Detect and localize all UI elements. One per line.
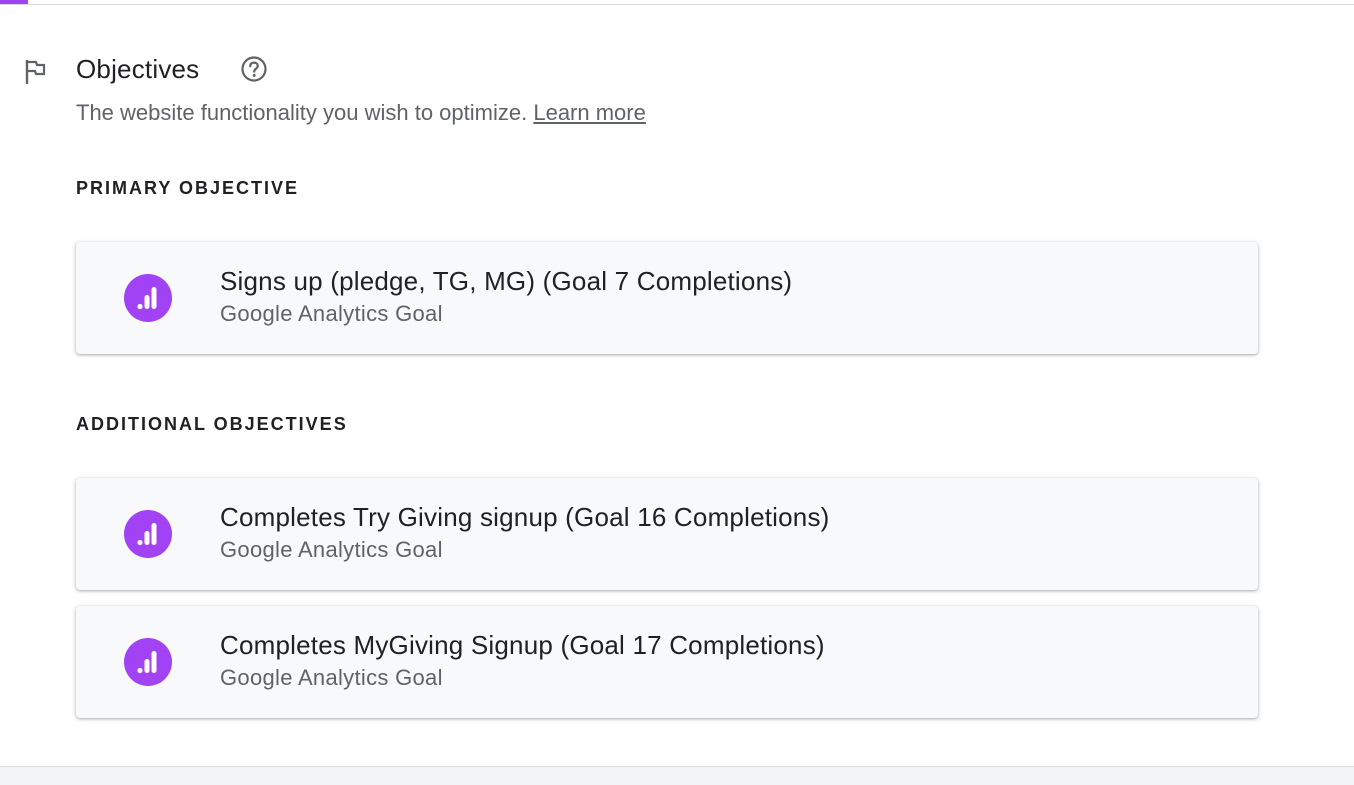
additional-objectives-label: ADDITIONAL OBJECTIVES	[76, 414, 348, 434]
help-circle-icon[interactable]	[240, 55, 268, 83]
learn-more-link[interactable]: Learn more	[533, 100, 646, 125]
google-analytics-icon	[124, 274, 172, 322]
bottom-divider	[0, 766, 1354, 785]
active-tab-indicator	[0, 0, 28, 4]
objective-card[interactable]: Completes MyGiving Signup (Goal 17 Compl…	[76, 606, 1258, 718]
objective-card[interactable]: Completes Try Giving signup (Goal 16 Com…	[76, 478, 1258, 590]
flag-icon	[25, 60, 46, 84]
section-title: Objectives	[76, 54, 200, 84]
google-analytics-icon	[124, 638, 172, 686]
objective-type: Google Analytics Goal	[220, 301, 443, 326]
section-description: The website functionality you wish to op…	[76, 98, 646, 128]
primary-objective-label: PRIMARY OBJECTIVE	[76, 178, 300, 198]
objective-name: Completes Try Giving signup (Goal 16 Com…	[220, 502, 830, 532]
objective-name: Signs up (pledge, TG, MG) (Goal 7 Comple…	[220, 266, 793, 296]
description-text: The website functionality you wish to op…	[76, 100, 528, 125]
objective-type: Google Analytics Goal	[220, 665, 443, 690]
objective-type: Google Analytics Goal	[220, 537, 443, 562]
objective-card[interactable]: Signs up (pledge, TG, MG) (Goal 7 Comple…	[76, 242, 1258, 354]
top-divider	[0, 4, 1354, 5]
objective-name: Completes MyGiving Signup (Goal 17 Compl…	[220, 630, 825, 660]
google-analytics-icon	[124, 510, 172, 558]
